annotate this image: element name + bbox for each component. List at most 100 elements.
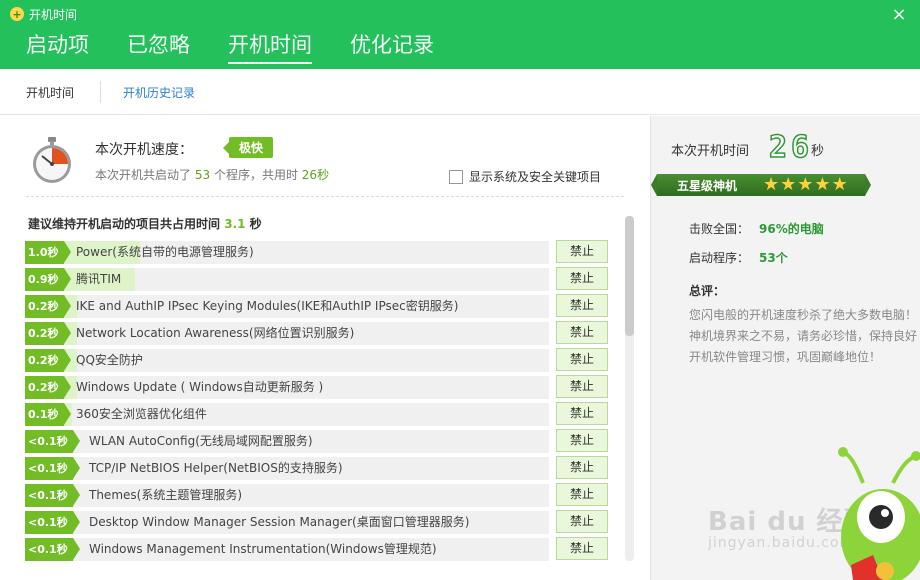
boot-time-unit: 秒 xyxy=(811,144,825,159)
disable-button[interactable]: 禁止 xyxy=(556,537,608,560)
subtab-boot-time[interactable]: 开机时间 xyxy=(26,84,74,101)
disable-button[interactable]: 禁止 xyxy=(556,402,608,425)
startup-row: 0.2秒 IKE and AuthIP IPsec Keying Modules(… xyxy=(25,294,615,321)
row-time-badge: 0.1秒 xyxy=(25,403,70,426)
row-time-badge: <0.1秒 xyxy=(25,484,80,507)
disable-button[interactable]: 禁止 xyxy=(556,429,608,452)
startup-row: 0.2秒 QQ安全防护 禁止 xyxy=(25,348,615,375)
row-bar: 0.2秒 IKE and AuthIP IPsec Keying Modules(… xyxy=(25,295,549,318)
summary-seconds: 26秒 xyxy=(301,168,330,182)
row-bar: <0.1秒 Themes(系统主题管理服务) xyxy=(25,484,549,507)
row-time-badge: 0.2秒 xyxy=(25,376,70,399)
speed-badge: 极快 xyxy=(222,137,274,158)
row-time-badge: 0.2秒 xyxy=(25,322,70,345)
row-name: Windows Update ( Windows自动更新服务 ) xyxy=(76,380,324,394)
row-name: IKE and AuthIP IPsec Keying Modules(IKE和… xyxy=(76,299,459,313)
row-bar: <0.1秒 Windows Management Instrumentation(… xyxy=(25,538,549,561)
star-icon: ★ xyxy=(831,174,848,195)
row-time-badge: 0.9秒 xyxy=(25,268,70,291)
disable-button[interactable]: 禁止 xyxy=(556,483,608,506)
beat-label: 击败全国： xyxy=(689,222,750,236)
summary-pre: 本次开机共启动了 xyxy=(95,168,192,182)
suggest-unit: 秒 xyxy=(249,217,262,231)
comment-text: 您闪电般的开机速度秒杀了绝大多数电脑！神机境界来之不易，请务必珍惜，保持良好开机… xyxy=(689,308,918,364)
row-name: QQ安全防护 xyxy=(76,353,143,367)
row-time-badge: 0.2秒 xyxy=(25,295,70,318)
app-title-text: 开机时间 xyxy=(29,7,78,22)
startup-row: <0.1秒 Themes(系统主题管理服务) 禁止 xyxy=(25,483,615,510)
star-icon: ★ xyxy=(763,174,780,195)
row-name: Desktop Window Manager Session Manager(桌… xyxy=(89,515,470,529)
tab-optimize-log[interactable]: 优化记录 xyxy=(350,30,434,64)
startup-row: 0.9秒 腾讯TIM 禁止 xyxy=(25,267,615,294)
tab-ignored[interactable]: 已忽略 xyxy=(127,30,190,64)
row-name: Windows Management Instrumentation(Windo… xyxy=(89,542,437,556)
subtab-boot-history[interactable]: 开机历史记录 xyxy=(123,84,195,101)
disable-button[interactable]: 禁止 xyxy=(556,294,608,317)
row-bar: 0.2秒 QQ安全防护 xyxy=(25,349,549,372)
row-bar: 0.1秒 360安全浏览器优化组件 xyxy=(25,403,549,426)
rank-ribbon: 五星级神机 ★ ★ ★ ★ ★ xyxy=(651,174,871,196)
speed-label: 本次开机速度： xyxy=(95,142,193,158)
show-system-label: 显示系统及安全关键项目 xyxy=(469,170,602,184)
list-scrollbar[interactable] xyxy=(625,216,634,561)
startup-row: 0.2秒 Windows Update ( Windows自动更新服务 ) 禁止 xyxy=(25,375,615,402)
star-icon: ★ xyxy=(814,174,831,195)
disable-button[interactable]: 禁止 xyxy=(556,321,608,344)
tab-startup-items[interactable]: 启动项 xyxy=(26,30,89,64)
startup-row: <0.1秒 Windows Management Instrumentation(… xyxy=(25,537,615,564)
row-time-badge: <0.1秒 xyxy=(25,538,80,561)
disable-button[interactable]: 禁止 xyxy=(556,375,608,398)
stopwatch-icon xyxy=(33,137,71,183)
programs-value: 53个 xyxy=(759,251,788,265)
close-icon[interactable]: × xyxy=(890,6,908,24)
row-time-badge: <0.1秒 xyxy=(25,457,80,480)
startup-item-list: 1.0秒 Power(系统自带的电源管理服务) 禁止 0.9秒 腾讯TIM 禁止 0.2秒 I… xyxy=(25,240,615,564)
tab-boot-time[interactable]: 开机时间 xyxy=(228,30,312,64)
startup-row: <0.1秒 Desktop Window Manager Session Mana… xyxy=(25,510,615,537)
show-system-checkbox[interactable] xyxy=(449,169,463,184)
row-time-badge: <0.1秒 xyxy=(25,511,80,534)
startup-row: 1.0秒 Power(系统自带的电源管理服务) 禁止 xyxy=(25,240,615,267)
subnav-divider xyxy=(100,81,101,103)
summary-mid: 个程序，共用时 xyxy=(213,168,298,182)
disable-button[interactable]: 禁止 xyxy=(556,267,608,290)
rank-title: 五星级神机 xyxy=(677,179,738,193)
beat-value: 96%的电脑 xyxy=(759,222,824,236)
app-logo-icon: + xyxy=(10,7,24,21)
boot-time-value: 26 xyxy=(768,129,814,166)
boot-summary: 本次开机共启动了 53 个程序，共用时 26秒 xyxy=(95,166,329,183)
row-bar: <0.1秒 TCP/IP NetBIOS Helper(NetBIOS的支持服务) xyxy=(25,457,549,480)
suggest-summary: 建议维持开机启动的项目共占用时间 3.1 秒 xyxy=(28,215,262,232)
row-time-badge: 0.2秒 xyxy=(25,349,70,372)
row-name: WLAN AutoConfig(无线局域网配置服务) xyxy=(89,434,313,448)
left-panel: 本次开机速度： 极快 本次开机共启动了 53 个程序，共用时 26秒 显示系统及… xyxy=(0,116,650,580)
startup-row: 0.1秒 360安全浏览器优化组件 禁止 xyxy=(25,402,615,429)
beat-stat: 击败全国： 96%的电脑 xyxy=(689,220,824,237)
show-system-items-toggle[interactable]: 显示系统及安全关键项目 xyxy=(449,168,601,185)
comment-title: 总评： xyxy=(689,284,726,298)
programs-label: 启动程序： xyxy=(689,251,750,265)
row-name: Network Location Awareness(网络位置识别服务) xyxy=(76,326,355,340)
suggest-pre: 建议维持开机启动的项目共占用时间 xyxy=(28,217,221,231)
row-bar: <0.1秒 WLAN AutoConfig(无线局域网配置服务) xyxy=(25,430,549,453)
disable-button[interactable]: 禁止 xyxy=(556,348,608,371)
star-icon: ★ xyxy=(780,174,797,195)
mascot-icon xyxy=(838,447,920,580)
disable-button[interactable]: 禁止 xyxy=(556,510,608,533)
subnav: 开机时间 开机历史记录 xyxy=(0,69,920,115)
row-bar: 0.2秒 Network Location Awareness(网络位置识别服务) xyxy=(25,322,549,345)
row-name: 腾讯TIM xyxy=(76,272,122,286)
row-bar: 1.0秒 Power(系统自带的电源管理服务) xyxy=(25,241,549,264)
row-time-badge: 1.0秒 xyxy=(25,241,70,264)
disable-button[interactable]: 禁止 xyxy=(556,456,608,479)
row-name: 360安全浏览器优化组件 xyxy=(76,407,207,421)
row-time-badge: <0.1秒 xyxy=(25,430,80,453)
boot-time-label: 本次开机时间 xyxy=(671,144,750,159)
startup-row: <0.1秒 WLAN AutoConfig(无线局域网配置服务) 禁止 xyxy=(25,429,615,456)
row-name: Power(系统自带的电源管理服务) xyxy=(76,245,254,259)
rating-stars: ★ ★ ★ ★ ★ xyxy=(763,175,849,195)
scrollbar-thumb[interactable] xyxy=(625,216,634,336)
disable-button[interactable]: 禁止 xyxy=(556,240,608,263)
programs-stat: 启动程序： 53个 xyxy=(689,249,788,266)
